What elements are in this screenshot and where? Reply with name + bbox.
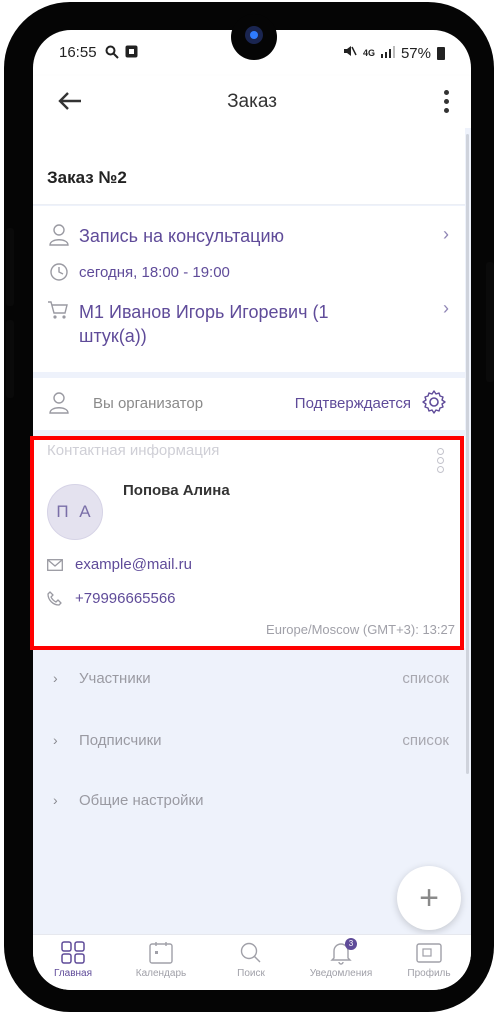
chevron-right-icon: › [443, 298, 449, 318]
order-header: Заказ №2 [33, 128, 465, 205]
order-card: Запись на консультацию › сегодня, 18:00 … [33, 206, 465, 372]
tab-profile[interactable]: Профиль [389, 941, 469, 979]
profile-icon [389, 941, 469, 965]
organizer-row: Вы организатор Подтверждается [33, 378, 465, 430]
cart-icon [47, 300, 69, 325]
mute-icon [343, 44, 357, 62]
power-button [6, 228, 14, 306]
tab-label: Уведомления [309, 968, 373, 979]
calendar-icon [121, 941, 201, 965]
tab-label: Календарь [135, 968, 187, 979]
page-title: Заказ [227, 91, 277, 112]
section-label: Участники [79, 670, 151, 687]
bell-icon: 3 [301, 938, 381, 965]
section-subscribers[interactable]: › Подписчики список [33, 722, 465, 762]
order-heading: Заказ №2 [47, 168, 127, 187]
camera-notch [231, 14, 277, 60]
tab-calendar[interactable]: Календарь [121, 941, 201, 979]
add-button[interactable]: + [397, 866, 461, 930]
tab-search[interactable]: Поиск [211, 941, 291, 979]
scrollbar[interactable] [466, 134, 469, 774]
status-badge[interactable]: Подтверждается [295, 395, 411, 412]
section-value: список [402, 732, 449, 749]
battery-percent: 57% [400, 44, 431, 62]
time-row: сегодня, 18:00 - 19:00 [47, 262, 449, 282]
bottom-nav: Главная Календарь Поиск 3 Уведомления Пр… [33, 934, 471, 990]
tab-notifications[interactable]: 3 Уведомления [301, 938, 381, 979]
chevron-right-icon: › [53, 732, 58, 748]
side-button [486, 262, 494, 382]
status-time: 16:55 [59, 44, 97, 61]
highlight-box [30, 436, 464, 650]
grid-icon [33, 941, 113, 965]
camera-icon [245, 26, 263, 44]
gear-icon[interactable] [421, 389, 447, 420]
volume-button [6, 320, 14, 398]
person-icon [49, 392, 69, 419]
order-time: сегодня, 18:00 - 19:00 [79, 264, 230, 281]
network-label: 4G [362, 48, 375, 58]
product-row[interactable]: М1 Иванов Игорь Игоревич (1 штук(а)) › [47, 298, 449, 354]
person-icon [49, 224, 69, 251]
tab-label: Главная [53, 968, 93, 979]
section-label: Общие настройки [79, 792, 204, 809]
notification-badge: 3 [345, 938, 357, 950]
tab-label: Профиль [407, 968, 451, 979]
image-status-icon [125, 45, 138, 62]
battery-icon [437, 46, 445, 60]
section-general-settings[interactable]: › Общие настройки [33, 782, 465, 822]
status-right: 4G 57% [343, 44, 445, 62]
section-participants[interactable]: › Участники список [33, 660, 465, 700]
search-status-icon [105, 45, 119, 63]
more-menu-icon[interactable] [439, 88, 453, 116]
section-label: Подписчики [79, 732, 162, 749]
app-bar: Заказ [33, 76, 471, 128]
tab-home[interactable]: Главная [33, 941, 113, 979]
service-row[interactable]: Запись на консультацию › [47, 224, 449, 248]
chevron-right-icon: › [53, 792, 58, 808]
tab-label: Поиск [237, 968, 265, 979]
section-value: список [402, 670, 449, 687]
product-name: М1 Иванов Игорь Игоревич (1 штук(а)) [79, 302, 329, 346]
service-name: Запись на консультацию [79, 226, 285, 246]
chevron-right-icon: › [443, 224, 449, 244]
organizer-label: Вы организатор [93, 395, 204, 412]
search-icon [211, 941, 291, 965]
signal-icon [380, 45, 395, 62]
clock-icon [49, 262, 69, 287]
chevron-right-icon: › [53, 670, 58, 686]
